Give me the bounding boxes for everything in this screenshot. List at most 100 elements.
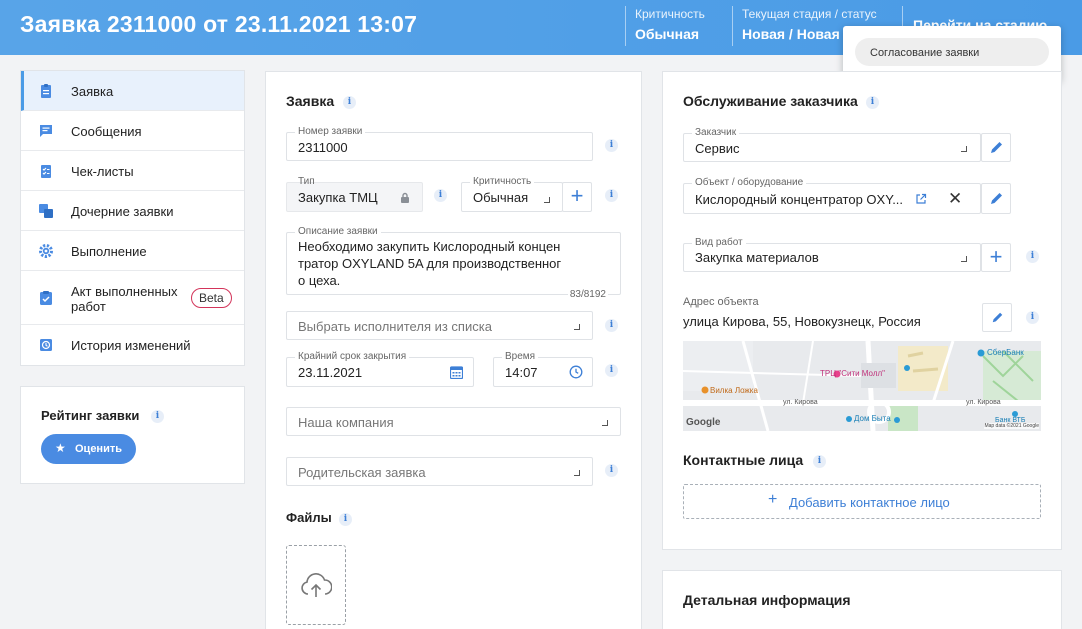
files-title: Файлы — [286, 510, 332, 525]
edit-object-button[interactable] — [981, 183, 1011, 214]
request-number-field[interactable]: Номер заявки 2311000 — [286, 126, 593, 161]
dropdown-corner-icon — [574, 470, 580, 476]
sidebar-item-label: Чек-листы — [71, 164, 134, 179]
dropdown-option-approval[interactable]: Согласование заявки — [855, 38, 1049, 66]
object-select[interactable]: Объект / оборудование Кислородный концен… — [683, 177, 981, 214]
field-placeholder: Наша компания — [298, 415, 394, 430]
address-value: улица Кирова, 55, Новокузнецк, Россия — [683, 314, 921, 329]
field-label: Вид работ — [692, 237, 746, 248]
sidebar-item-messages[interactable]: Сообщения — [21, 111, 244, 151]
add-work-type-button[interactable]: + — [981, 243, 1011, 272]
dropdown-corner-icon — [961, 146, 967, 152]
info-icon[interactable]: i — [866, 96, 879, 109]
map-label: Дом Быта — [854, 414, 891, 423]
description-line: о цеха. — [298, 273, 341, 288]
info-icon[interactable]: i — [1026, 311, 1039, 324]
child-requests-icon — [39, 204, 53, 218]
field-label: Тип — [298, 176, 315, 187]
star-icon: ★ — [55, 441, 66, 455]
field-label: Объект / оборудование — [692, 177, 807, 188]
rating-card: Рейтинг заявки i ★ Оценить — [20, 386, 245, 484]
clear-icon[interactable]: ✕ — [948, 189, 962, 209]
sidebar-item-history[interactable]: История изменений — [21, 325, 244, 365]
info-icon[interactable]: i — [605, 319, 618, 332]
sidebar-item-request[interactable]: Заявка — [21, 71, 244, 111]
map-copyright: Map data ©2021 Google — [984, 423, 1039, 429]
info-icon[interactable]: i — [605, 464, 618, 477]
char-counter: 83/8192 — [567, 289, 608, 300]
sidebar-item-label: Дочерние заявки — [71, 204, 174, 219]
clock-icon[interactable] — [569, 365, 583, 379]
edit-customer-button[interactable] — [981, 133, 1011, 162]
address-map[interactable]: ТРЦ "Сити Молл" Вилка Ложка СберБанк ул.… — [683, 341, 1041, 431]
field-value: 14:07 — [505, 365, 538, 380]
description-line: Необходимо закупить Кислородный концен — [298, 239, 561, 254]
sidebar-item-act[interactable]: Акт выполненных работ Beta — [21, 271, 244, 325]
sidebar-item-execution[interactable]: Выполнение — [21, 231, 244, 271]
time-field[interactable]: Время 14:07 — [493, 351, 593, 387]
work-type-select[interactable]: Вид работ Закупка материалов — [683, 237, 981, 272]
company-select[interactable]: Наша компания — [286, 407, 621, 436]
google-logo: Google — [686, 417, 721, 428]
rate-button[interactable]: ★ Оценить — [41, 434, 136, 464]
info-icon[interactable]: i — [1026, 250, 1039, 263]
sidebar-item-label: Сообщения — [71, 124, 142, 139]
header-divider — [625, 6, 626, 46]
dropdown-corner-icon — [544, 197, 550, 203]
calendar-icon[interactable] — [450, 365, 463, 379]
sidebar-item-child-requests[interactable]: Дочерние заявки — [21, 191, 244, 231]
map-label: ТРЦ "Сити Молл" — [820, 369, 886, 378]
criticality-select[interactable]: Критичность Обычная — [461, 176, 563, 212]
customer-section-title: Обслуживание заказчика — [683, 93, 858, 109]
edit-address-button[interactable] — [982, 303, 1012, 332]
plus-icon: + — [768, 491, 778, 508]
field-label: Номер заявки — [295, 126, 366, 137]
field-label: Критичность — [470, 176, 535, 187]
message-icon — [40, 125, 52, 137]
lock-icon — [401, 192, 409, 203]
field-value: 23.11.2021 — [298, 365, 363, 380]
map-label: ул. Кирова — [966, 399, 1001, 406]
rating-title: Рейтинг заявки — [41, 408, 140, 423]
address-label: Адрес объекта — [683, 296, 759, 308]
info-icon[interactable]: i — [151, 410, 164, 423]
parent-request-select[interactable]: Родительская заявка — [286, 457, 593, 486]
info-icon[interactable]: i — [343, 96, 356, 109]
info-icon[interactable]: i — [813, 455, 826, 468]
beta-badge: Beta — [191, 288, 232, 308]
dropdown-corner-icon — [961, 256, 967, 262]
dropdown-corner-icon — [574, 324, 580, 330]
description-textarea[interactable]: Описание заявки Необходимо закупить Кисл… — [286, 226, 621, 300]
clipboard-icon — [41, 84, 51, 98]
stage-label: Текущая стадия / статус — [742, 7, 877, 21]
external-link-icon[interactable] — [915, 193, 927, 205]
info-icon[interactable]: i — [605, 189, 618, 202]
add-contact-button[interactable]: + Добавить контактное лицо — [683, 484, 1041, 519]
add-criticality-button[interactable]: + — [562, 182, 592, 212]
pencil-icon — [990, 142, 1002, 153]
field-label: Крайний срок закрытия — [295, 351, 410, 362]
plus-icon: + — [989, 244, 1003, 269]
info-icon[interactable]: i — [605, 139, 618, 152]
info-icon[interactable]: i — [605, 364, 618, 377]
info-icon[interactable]: i — [434, 189, 447, 202]
type-field: Тип Закупка ТМЦ — [286, 176, 423, 212]
field-label: Описание заявки — [295, 226, 381, 237]
sidebar-item-checklists[interactable]: Чек-листы — [21, 151, 244, 191]
plus-icon: + — [570, 183, 584, 208]
deadline-date-field[interactable]: Крайний срок закрытия 23.11.2021 — [286, 351, 474, 387]
dropdown-corner-icon — [602, 420, 608, 426]
field-label: Заказчик — [692, 127, 740, 138]
request-section-title: Заявка — [286, 93, 335, 109]
page-title: Заявка 2311000 от 23.11.2021 13:07 — [20, 11, 418, 37]
info-icon[interactable]: i — [339, 513, 352, 526]
file-upload-dropzone[interactable] — [286, 545, 346, 625]
sidebar-item-label: Акт выполненных работ — [71, 284, 178, 314]
add-contact-label: Добавить контактное лицо — [789, 495, 950, 510]
executor-select[interactable]: Выбрать исполнителя из списка — [286, 311, 593, 340]
contacts-title: Контактные лица — [683, 452, 804, 468]
description-line: тратор OXYLAND 5A для производственног — [298, 256, 562, 271]
customer-select[interactable]: Заказчик Сервис — [683, 127, 981, 162]
gear-icon — [39, 244, 53, 258]
stage-value: Новая / Новая — [742, 26, 840, 42]
